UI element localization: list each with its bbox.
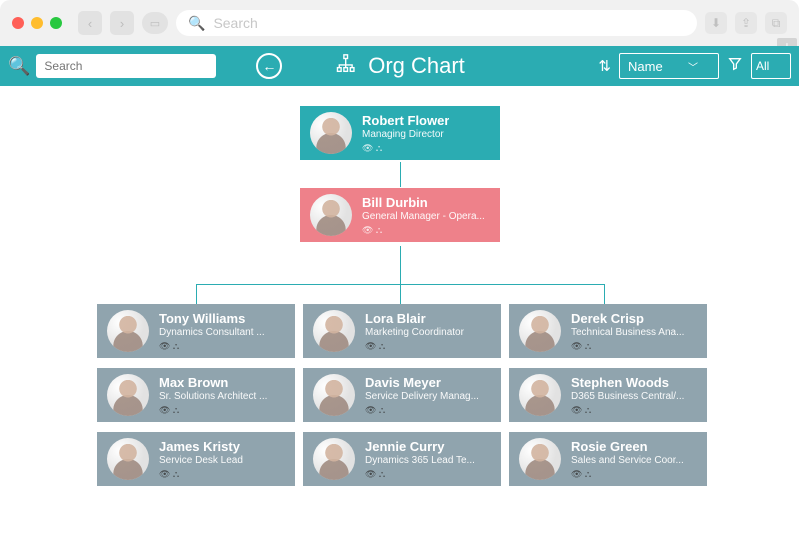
avatar [107,374,149,416]
window-controls [12,17,62,29]
connector-line [604,284,605,304]
share-icon[interactable]: ⇪ [735,12,757,34]
org-node[interactable]: Lora BlairMarketing Coordinator 👁 ⛬ [303,304,501,358]
connector-line [400,284,401,304]
filter-icon[interactable] [727,56,743,76]
person-title: Dynamics Consultant ... [159,327,265,338]
avatar [519,438,561,480]
person-title: Service Delivery Manag... [365,391,479,402]
person-title: Managing Director [362,129,449,140]
back-button[interactable]: ‹ [78,11,102,35]
sort-value: Name [628,59,663,74]
search-icon: 🔍 [188,15,205,32]
title-group: Org Chart [334,53,465,80]
person-name: Davis Meyer [365,375,479,390]
person-name: Tony Williams [159,311,265,326]
connector-line [400,246,401,284]
avatar [313,310,355,352]
person-title: General Manager - Opera... [362,211,485,222]
person-title: Dynamics 365 Lead Te... [365,455,475,466]
node-actions[interactable]: 👁 ⛬ [571,341,684,352]
back-circle-button[interactable]: ← [256,53,282,79]
avatar [107,438,149,480]
org-node[interactable]: James KristyService Desk Lead 👁 ⛬ [97,432,295,486]
tabs-button[interactable]: ▭ [142,12,168,34]
person-name: Lora Blair [365,311,464,326]
filter-value: All [756,59,769,73]
url-bar[interactable]: 🔍 Search [176,10,697,36]
org-node[interactable]: Davis MeyerService Delivery Manag... 👁 ⛬ [303,368,501,422]
maximize-window[interactable] [50,17,62,29]
avatar [310,194,352,236]
person-name: Jennie Curry [365,439,475,454]
filter-dropdown[interactable]: All [751,53,791,79]
node-actions[interactable]: 👁 ⛬ [362,143,449,154]
avatar [107,310,149,352]
sort-dropdown[interactable]: Name ﹀ [619,53,719,79]
person-title: Sales and Service Coor... [571,455,684,466]
org-node[interactable]: Max BrownSr. Solutions Architect ... 👁 ⛬ [97,368,295,422]
person-title: Marketing Coordinator [365,327,464,338]
sort-icon[interactable]: ⇅ [598,57,611,75]
org-node[interactable]: Tony WilliamsDynamics Consultant ... 👁 ⛬ [97,304,295,358]
person-name: Max Brown [159,375,267,390]
node-actions[interactable]: 👁 ⛬ [365,469,475,480]
search-input[interactable] [36,54,216,78]
node-actions[interactable]: 👁 ⛬ [159,405,267,416]
node-actions[interactable]: 👁 ⛬ [362,225,485,236]
node-actions[interactable]: 👁 ⛬ [365,405,479,416]
org-node[interactable]: Jennie CurryDynamics 365 Lead Te... 👁 ⛬ [303,432,501,486]
search-icon: 🔍 [8,56,30,77]
person-name: Robert Flower [362,113,449,128]
org-node[interactable]: Rosie GreenSales and Service Coor... 👁 ⛬ [509,432,707,486]
person-name: Bill Durbin [362,195,485,210]
connector-line [400,162,401,187]
close-window[interactable] [12,17,24,29]
person-name: James Kristy [159,439,243,454]
person-name: Stephen Woods [571,375,684,390]
org-node[interactable]: Derek CrispTechnical Business Ana... 👁 ⛬ [509,304,707,358]
minimize-window[interactable] [31,17,43,29]
person-title: Sr. Solutions Architect ... [159,391,267,402]
copy-tab-icon[interactable]: ⧉ [765,12,787,34]
app-toolbar: 🔍 ← Org Chart ⇅ Name ﹀ All [0,46,799,86]
person-title: D365 Business Central/... [571,391,684,402]
downloads-icon[interactable]: ⬇ [705,12,727,34]
person-title: Service Desk Lead [159,455,243,466]
person-title: Technical Business Ana... [571,327,684,338]
connector-line [196,284,197,304]
node-actions[interactable]: 👁 ⛬ [571,405,684,416]
page-title: Org Chart [368,53,465,79]
node-actions[interactable]: 👁 ⛬ [159,341,265,352]
url-placeholder: Search [213,15,257,31]
person-name: Derek Crisp [571,311,684,326]
node-actions[interactable]: 👁 ⛬ [571,469,684,480]
avatar [310,112,352,154]
org-node[interactable]: Stephen WoodsD365 Business Central/... 👁 … [509,368,707,422]
forward-button[interactable]: › [110,11,134,35]
avatar [313,438,355,480]
node-actions[interactable]: 👁 ⛬ [159,469,243,480]
org-chart-icon [334,53,356,80]
person-name: Rosie Green [571,439,684,454]
org-chart-canvas: Robert Flower Managing Director 👁 ⛬ Bill… [0,86,799,539]
chevron-down-icon: ﹀ [688,59,698,74]
avatar [313,374,355,416]
org-node-mid[interactable]: Bill Durbin General Manager - Opera... 👁… [300,188,500,242]
avatar [519,374,561,416]
browser-chrome: ‹ › ▭ 🔍 Search ⬇ ⇪ ⧉ [0,0,799,46]
org-node-root[interactable]: Robert Flower Managing Director 👁 ⛬ [300,106,500,160]
node-actions[interactable]: 👁 ⛬ [365,341,464,352]
avatar [519,310,561,352]
